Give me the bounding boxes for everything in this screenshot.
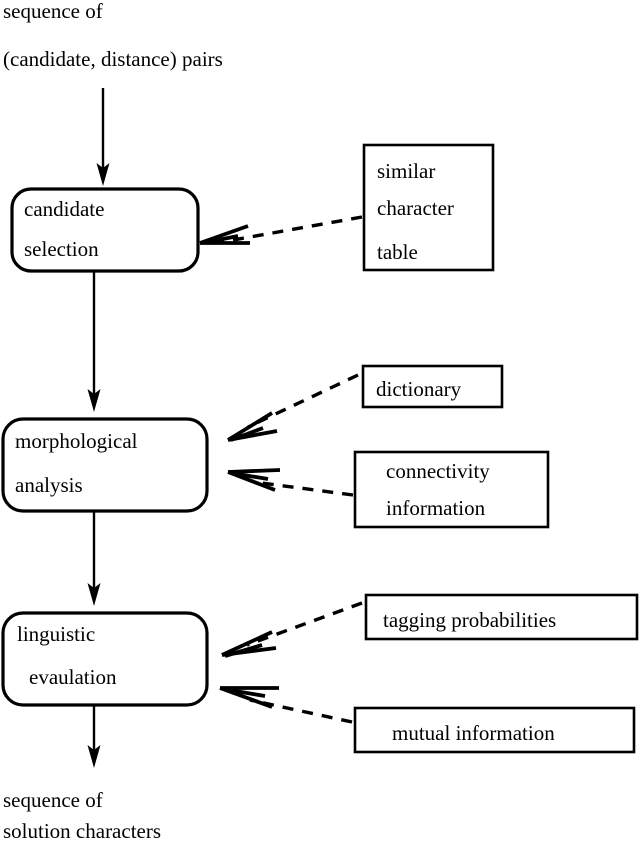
dictionary-label: dictionary [376,377,462,401]
candidate-selection-label-line1: candidate [24,197,104,221]
connectivity-information-label-line1: connectivity [386,459,490,483]
flow-arrow-linguistic-to-output [87,706,101,768]
process-box-morphological-analysis[interactable]: morphological analysis [1,417,209,513]
resource-box-similar-character-table[interactable]: similar character table [362,143,495,272]
tagging-probabilities-label: tagging probabilities [383,608,556,632]
dashed-link-dictionary [227,373,359,442]
dashed-link-mutual-information [219,686,353,724]
dashed-link-tagging-probabilities [221,601,363,658]
flow-arrow-morphological-to-linguistic [87,512,101,606]
morphological-analysis-label-line1: morphological [15,429,138,453]
process-box-candidate-selection[interactable]: candidate selection [10,187,200,273]
linguistic-evaluation-label-line1: linguistic [17,622,95,646]
linguistic-evaluation-label-line2: evaulation [29,665,117,689]
flowchart-diagram: sequence of (candidate, distance) pairs … [1,0,639,842]
morphological-analysis-label-line2: analysis [15,473,83,497]
dashed-link-similar-character-table [199,215,363,245]
resource-box-connectivity-information[interactable]: connectivity information [353,450,550,529]
candidate-selection-label-line2: selection [24,237,99,261]
similar-character-table-label-line1: similar [377,159,435,183]
flow-arrow-candidate-selection-to-morphological [87,272,101,412]
input-label-line1: sequence of [3,0,103,23]
similar-character-table-label-line2: character [377,196,454,220]
resource-box-tagging-probabilities[interactable]: tagging probabilities [364,593,639,641]
mutual-information-label: mutual information [392,721,555,745]
resource-box-mutual-information[interactable]: mutual information [353,706,636,754]
flow-arrow-input-to-candidate-selection [96,88,110,186]
dashed-link-connectivity-information [227,468,354,497]
output-label-line1: sequence of [3,788,103,812]
process-box-linguistic-evaluation[interactable]: linguistic evaulation [1,611,209,707]
resource-box-dictionary[interactable]: dictionary [361,364,504,409]
connectivity-information-label-line2: information [386,496,486,520]
output-label-line2: solution characters [3,819,161,842]
similar-character-table-label-line3: table [377,240,418,264]
input-label-line2: (candidate, distance) pairs [3,47,223,71]
